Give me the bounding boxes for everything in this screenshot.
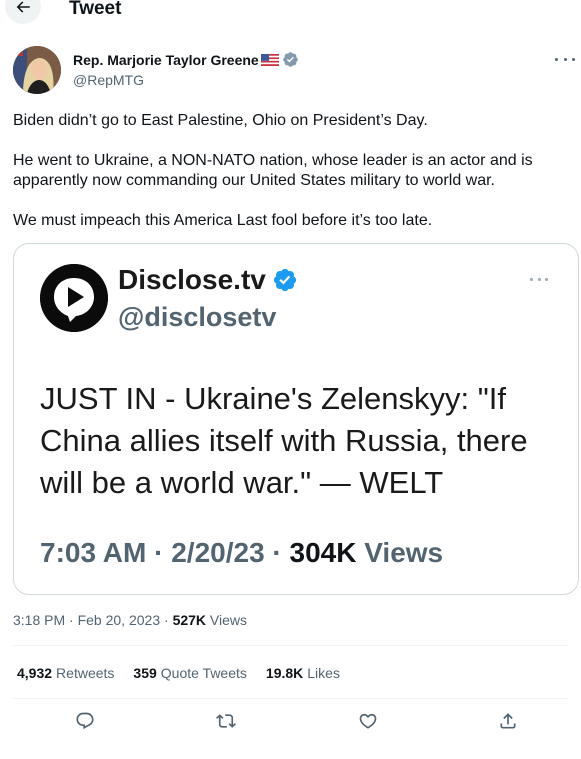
reply-button[interactable]: [75, 711, 97, 733]
avatar[interactable]: [13, 46, 61, 94]
more-options-button[interactable]: [555, 52, 575, 66]
divider: [13, 645, 568, 646]
likes-stat[interactable]: 19.8K Likes: [266, 665, 340, 681]
page-title: Tweet: [69, 0, 122, 19]
quoted-views-label: Views: [364, 537, 444, 568]
share-button[interactable]: [498, 711, 520, 733]
quoted-text: JUST IN - Ukraine's Zelenskyy: "If China…: [40, 381, 528, 500]
more-options-icon: [530, 278, 548, 282]
tweet-paragraph: We must impeach this America Last fool b…: [13, 212, 433, 229]
heart-icon: [359, 713, 377, 729]
share-icon: [500, 713, 516, 729]
quoted-handle: @disclosetv: [118, 302, 277, 332]
author-name[interactable]: Rep. Marjorie Taylor Greene: [73, 52, 259, 68]
tweet-time[interactable]: 3:18 PM: [13, 612, 65, 628]
us-flag-icon: [260, 53, 279, 66]
tweet-date[interactable]: Feb 20, 2023: [78, 612, 161, 628]
quoted-views-count: 304K: [289, 537, 357, 568]
tweet-meta: 3:18 PM · Feb 20, 2023 · 527K Views: [13, 612, 248, 628]
retweets-stat[interactable]: 4,932 Retweets: [17, 665, 114, 681]
tweet-paragraph: He went to Ukraine, a NON-NATO nation, w…: [13, 152, 533, 189]
retweet-button[interactable]: [216, 711, 238, 733]
divider: [13, 698, 568, 699]
tweet-author: Rep. Marjorie Taylor Greene @RepMTG: [13, 46, 575, 96]
tweet-stats: 4,932 Retweets 359 Quote Tweets 19.8K Likes: [17, 665, 359, 681]
header: Tweet: [0, 0, 581, 24]
like-button[interactable]: [358, 711, 380, 733]
views-count: 527K: [172, 612, 207, 628]
author-handle[interactable]: @RepMTG: [73, 72, 144, 88]
arrow-left-icon: [16, 1, 30, 13]
quoted-time: 7:03 AM: [40, 537, 147, 568]
reply-icon: [76, 712, 94, 730]
tweet-media-image[interactable]: Disclose.tv @disclosetv JUST IN - Ukrain…: [13, 243, 579, 595]
views-label: Views: [209, 612, 248, 628]
disclose-tv-logo: [40, 264, 108, 332]
retweet-icon: [216, 714, 236, 728]
back-button[interactable]: [5, 0, 41, 24]
verified-badge-icon: [273, 268, 296, 292]
quoted-date: 2/20/23: [171, 537, 265, 568]
verified-badge-icon: [282, 52, 298, 67]
quote-tweets-stat[interactable]: 359 Quote Tweets: [133, 665, 247, 681]
quoted-name: Disclose.tv: [118, 264, 266, 295]
tweet-paragraph: Biden didn’t go to East Palestine, Ohio …: [13, 112, 428, 129]
action-bar: [0, 711, 581, 735]
tweet-text: Biden didn’t go to East Palestine, Ohio …: [13, 111, 578, 231]
quoted-meta: 7:03 AM · 2/20/23 · 304K Views: [40, 537, 444, 568]
